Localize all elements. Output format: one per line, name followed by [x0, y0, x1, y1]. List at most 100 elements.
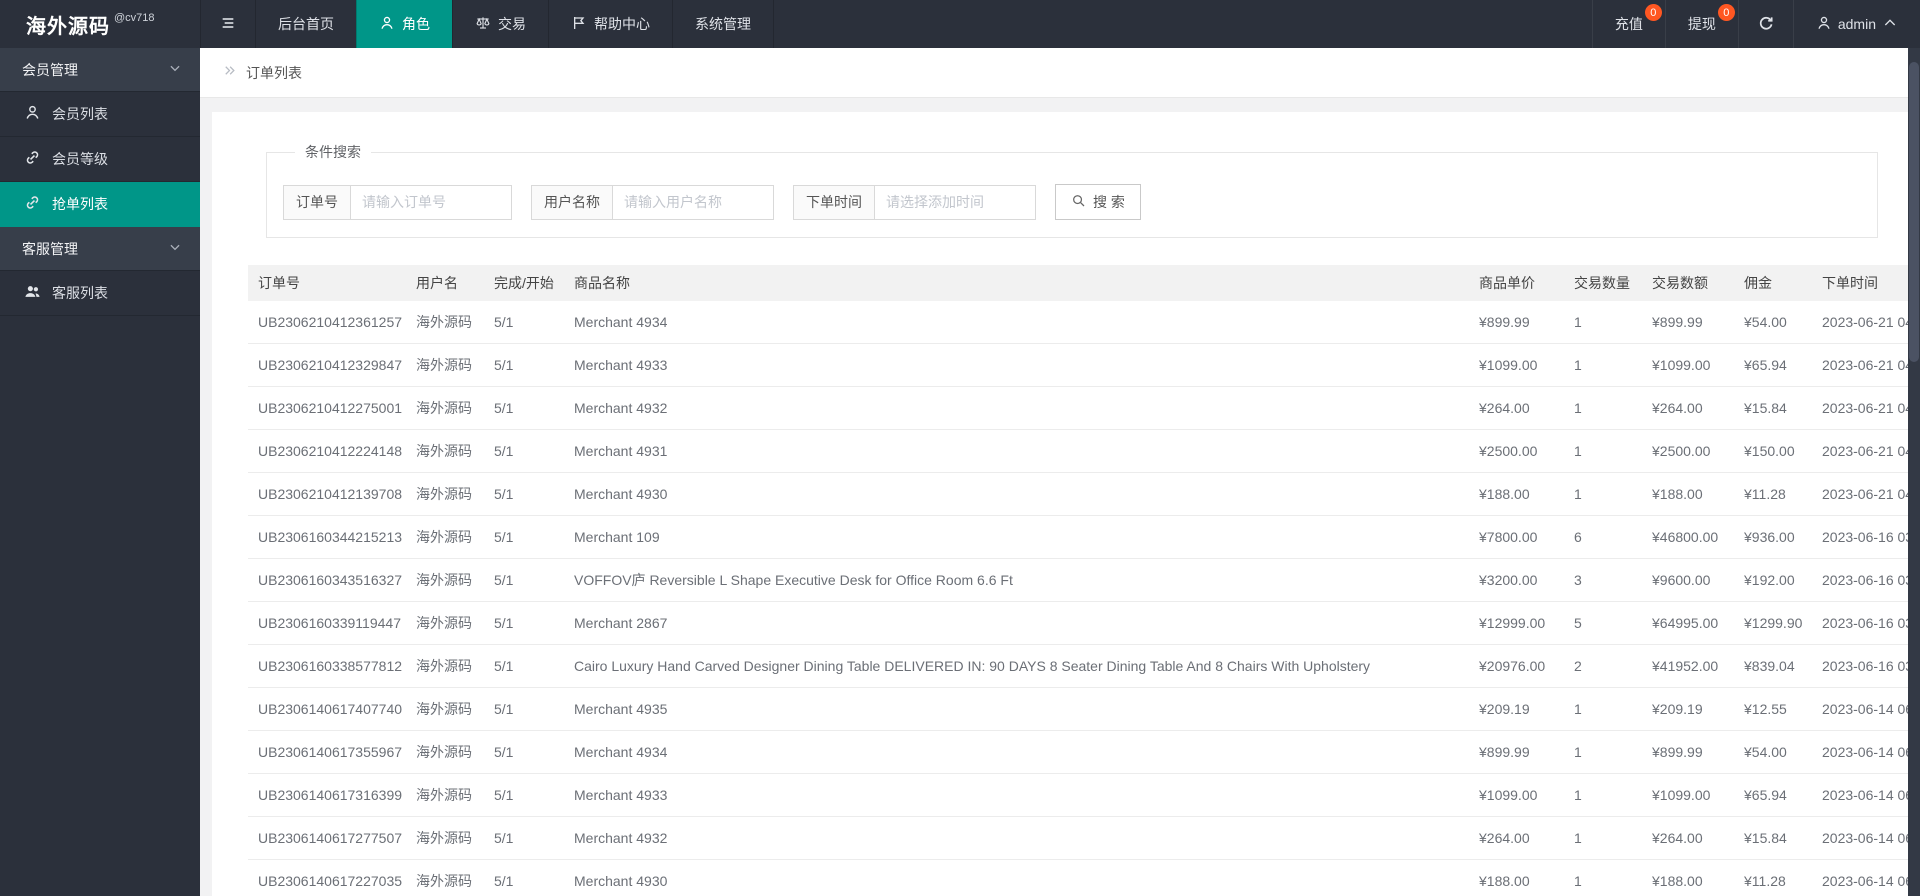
username-input[interactable]	[612, 184, 774, 220]
cell-username: 海外源码	[406, 515, 484, 559]
cell-username: 海外源码	[406, 558, 484, 602]
cell-order-id: UB2306210412275001	[248, 386, 406, 430]
table-row: UB2306140617316399 海外源码 5/1 Merchant 493…	[248, 773, 1908, 817]
sidebar-group-service-management[interactable]: 客服管理	[0, 227, 200, 271]
cell-unit-price: ¥188.00	[1469, 859, 1564, 896]
search-button[interactable]: 搜 索	[1055, 184, 1141, 220]
order-time-input[interactable]	[874, 184, 1036, 220]
nav-item-dashboard[interactable]: 后台首页	[255, 0, 356, 48]
table-row: UB2306210412361257 海外源码 5/1 Merchant 493…	[248, 301, 1908, 344]
cell-order-time: 2023-06-14 06:	[1812, 859, 1908, 896]
person-icon	[379, 15, 395, 34]
cell-unit-price: ¥20976.00	[1469, 644, 1564, 688]
cell-quantity: 5	[1564, 601, 1642, 645]
nav-item-trade[interactable]: 交易	[452, 0, 548, 48]
cell-commission: ¥192.00	[1734, 558, 1812, 602]
cell-product-name: Merchant 2867	[564, 601, 1469, 645]
refresh-icon	[1758, 15, 1774, 34]
cell-commission: ¥65.94	[1734, 343, 1812, 387]
chevron-down-icon	[168, 61, 182, 78]
cell-commission: ¥11.28	[1734, 859, 1812, 896]
cell-order-time: 2023-06-21 04:	[1812, 386, 1908, 430]
scrollbar-thumb[interactable]	[1909, 62, 1919, 362]
cell-product-name: Merchant 4931	[564, 429, 1469, 473]
cell-username: 海外源码	[406, 644, 484, 688]
cell-commission: ¥11.28	[1734, 472, 1812, 516]
chevron-up-icon	[1882, 15, 1898, 34]
cell-order-id: UB2306160343516327	[248, 558, 406, 602]
cell-amount: ¥2500.00	[1642, 429, 1734, 473]
table-row: UB2306140617355967 海外源码 5/1 Merchant 493…	[248, 730, 1908, 774]
cell-order-id: UB2306140617355967	[248, 730, 406, 774]
sidebar-item-service-list[interactable]: 客服列表	[0, 271, 200, 316]
cell-order-time: 2023-06-14 06:	[1812, 687, 1908, 731]
cell-product-name: Merchant 4935	[564, 687, 1469, 731]
cell-commission: ¥839.04	[1734, 644, 1812, 688]
cell-progress: 5/1	[484, 859, 564, 896]
sidebar-collapse-button[interactable]	[200, 0, 255, 48]
sidebar-group-label: 客服管理	[22, 240, 78, 257]
cell-progress: 5/1	[484, 429, 564, 473]
nav-item-system[interactable]: 系统管理	[672, 0, 773, 48]
sidebar-item-label: 客服列表	[52, 285, 108, 301]
nav-item-help-center[interactable]: 帮助中心	[548, 0, 672, 48]
table-row: UB2306140617407740 海外源码 5/1 Merchant 493…	[248, 687, 1908, 731]
cell-amount: ¥264.00	[1642, 816, 1734, 860]
cell-product-name: Merchant 4932	[564, 816, 1469, 860]
recharge-button[interactable]: 充值 0	[1591, 0, 1665, 48]
cell-progress: 5/1	[484, 558, 564, 602]
cell-quantity: 6	[1564, 515, 1642, 559]
cell-order-id: UB2306210412329847	[248, 343, 406, 387]
cell-quantity: 2	[1564, 644, 1642, 688]
table-column-header: 用户名	[406, 265, 484, 301]
cell-commission: ¥15.84	[1734, 816, 1812, 860]
username-field-label: 用户名称	[531, 184, 612, 220]
cell-username: 海外源码	[406, 386, 484, 430]
flag-icon	[571, 15, 587, 34]
nav-item-roles[interactable]: 角色	[356, 0, 452, 48]
sidebar-group-member-management[interactable]: 会员管理	[0, 48, 200, 92]
cell-product-name: Merchant 4933	[564, 773, 1469, 817]
order-id-field-group: 订单号	[283, 184, 512, 220]
order-id-input[interactable]	[350, 184, 512, 220]
cell-commission: ¥15.84	[1734, 386, 1812, 430]
username-label: admin	[1837, 16, 1876, 32]
cell-unit-price: ¥1099.00	[1469, 773, 1564, 817]
scales-icon	[475, 15, 491, 34]
cell-username: 海外源码	[406, 601, 484, 645]
table-row: UB2306160339119447 海外源码 5/1 Merchant 286…	[248, 601, 1908, 645]
page-title: 订单列表	[246, 64, 302, 81]
refresh-button[interactable]	[1737, 0, 1793, 48]
user-menu[interactable]: admin	[1792, 0, 1920, 48]
cell-username: 海外源码	[406, 730, 484, 774]
table-row: UB2306140617227035 海外源码 5/1 Merchant 493…	[248, 859, 1908, 896]
table-column-header: 订单号	[248, 265, 406, 301]
sidebar-item-order-grab-list[interactable]: 抢单列表	[0, 182, 200, 227]
cell-unit-price: ¥12999.00	[1469, 601, 1564, 645]
cell-order-id: UB2306160339119447	[248, 601, 406, 645]
cell-username: 海外源码	[406, 816, 484, 860]
orders-table: 订单号 用户名 完成/开始 商品名称 商品单价 交易数量 交易数额 佣金 下单时间 UB2306…	[248, 265, 1908, 896]
withdraw-button[interactable]: 提现 0	[1664, 0, 1738, 48]
cell-unit-price: ¥899.99	[1469, 301, 1564, 344]
cell-order-time: 2023-06-14 06:	[1812, 730, 1908, 774]
cell-unit-price: ¥3200.00	[1469, 558, 1564, 602]
cell-progress: 5/1	[484, 472, 564, 516]
table-row: UB2306210412139708 海外源码 5/1 Merchant 493…	[248, 472, 1908, 516]
cell-order-id: UB2306140617407740	[248, 687, 406, 731]
link-icon	[24, 149, 41, 169]
cell-amount: ¥1099.00	[1642, 773, 1734, 817]
cell-amount: ¥9600.00	[1642, 558, 1734, 602]
withdraw-label: 提现	[1687, 16, 1716, 32]
cell-order-id: UB2306160338577812	[248, 644, 406, 688]
sidebar-item-member-level[interactable]: 会员等级	[0, 137, 200, 182]
sidebar-group-label: 会员管理	[22, 61, 78, 78]
breadcrumb-bar: 订单列表	[200, 48, 1920, 98]
search-legend: 条件搜索	[305, 144, 361, 160]
cell-order-time: 2023-06-21 04:	[1812, 429, 1908, 473]
table-column-header: 佣金	[1734, 265, 1812, 301]
cell-commission: ¥936.00	[1734, 515, 1812, 559]
cell-product-name: Merchant 4933	[564, 343, 1469, 387]
sidebar-item-member-list[interactable]: 会员列表	[0, 92, 200, 137]
table-row: UB2306210412275001 海外源码 5/1 Merchant 493…	[248, 386, 1908, 430]
